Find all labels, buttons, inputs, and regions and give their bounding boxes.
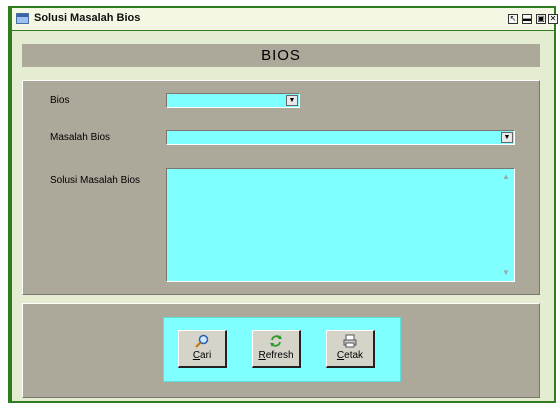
- close-button[interactable]: ✕: [548, 14, 558, 24]
- title-bar[interactable]: Solusi Masalah Bios ↖ ▬ ▣ ✕: [8, 6, 558, 32]
- masalah-bios-select[interactable]: ▼: [166, 130, 515, 145]
- masalah-bios-label: Masalah Bios: [50, 132, 111, 143]
- refresh-icon: [270, 335, 282, 347]
- bios-select[interactable]: ▼: [166, 93, 300, 108]
- cetak-button[interactable]: Cetak: [326, 330, 375, 368]
- solusi-masalah-bios-textarea[interactable]: ▲ ▼: [166, 168, 515, 282]
- refresh-label: efresh: [265, 350, 294, 361]
- minimize-button[interactable]: ▬: [522, 14, 532, 24]
- page-title: BIOS: [22, 44, 540, 67]
- cari-accel: C: [192, 350, 201, 361]
- main-window: Solusi Masalah Bios ↖ ▬ ▣ ✕ BIOS Bios ▼ …: [0, 0, 560, 408]
- bios-label: Bios: [50, 95, 70, 106]
- chevron-down-icon[interactable]: ▼: [501, 132, 513, 143]
- cetak-label: etak: [344, 350, 364, 361]
- help-button[interactable]: ↖: [508, 14, 518, 24]
- cari-label: ari: [200, 350, 212, 361]
- maximize-button[interactable]: ▣: [536, 14, 546, 24]
- chevron-down-icon[interactable]: ▼: [286, 95, 298, 106]
- cari-button[interactable]: Cari: [178, 330, 227, 368]
- window-title: Solusi Masalah Bios: [34, 12, 141, 24]
- refresh-accel: R: [258, 350, 266, 361]
- search-icon: [195, 334, 209, 348]
- scroll-up-icon[interactable]: ▲: [499, 170, 513, 184]
- solusi-masalah-bios-label: Solusi Masalah Bios: [50, 175, 141, 186]
- window-icon: [16, 13, 29, 24]
- vertical-scrollbar[interactable]: ▲ ▼: [498, 169, 514, 281]
- scroll-down-icon[interactable]: ▼: [499, 266, 513, 280]
- printer-icon: [343, 334, 357, 348]
- refresh-button[interactable]: Refresh: [252, 330, 301, 368]
